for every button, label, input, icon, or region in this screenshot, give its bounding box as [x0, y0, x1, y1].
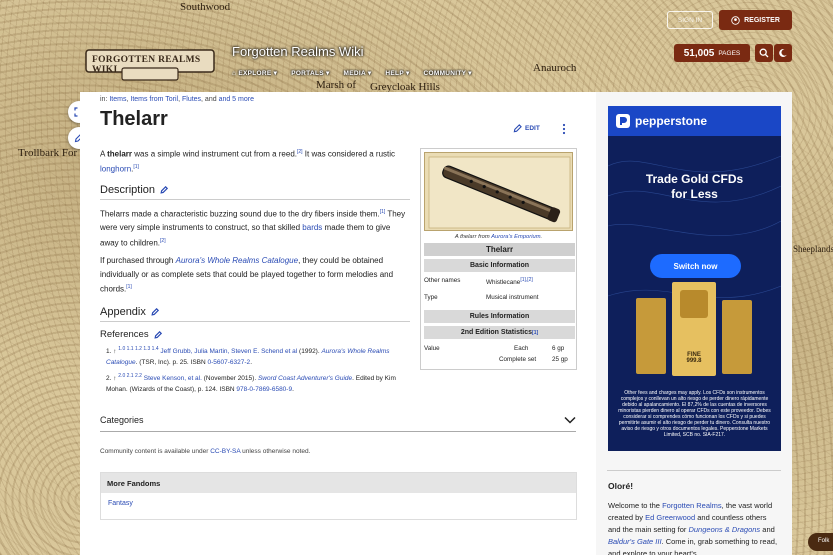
description-heading: Description: [100, 184, 410, 200]
nav-media[interactable]: MEDIA ▾: [344, 69, 372, 77]
pages-count-badge: 51,005 PAGES: [674, 44, 750, 62]
kebab-icon: [562, 123, 566, 135]
longhorn-link[interactable]: longhorn: [100, 165, 131, 174]
user-icon: [731, 15, 740, 25]
ref-link[interactable]: [1]: [126, 284, 132, 290]
map-label-sheeplands: Sheeplands: [793, 244, 833, 254]
top-navigation: ⌂ EXPLORE ▾ PORTALS ▾ MEDIA ▾ HELP ▾ COM…: [232, 69, 472, 77]
wiki-logo-text: FORGOTTEN REALMS WIKI: [92, 55, 201, 75]
intro-paragraph: A thelarr was a simple wind instrument c…: [100, 149, 396, 174]
infobox-rules-info-heading: Rules Information: [424, 310, 575, 323]
right-rail: pepperstone Trade Gold CFDs for Less Swi…: [596, 92, 792, 555]
advertisement[interactable]: pepperstone Trade Gold CFDs for Less Swi…: [608, 106, 781, 451]
section-edit-icon[interactable]: [160, 186, 169, 194]
map-label-anauroch: Anauroch: [533, 62, 577, 74]
wiki-name[interactable]: Forgotten Realms Wiki: [232, 44, 363, 59]
reference-item: 1. ↑ 1.0 1.1 1.2 1.3 1.4 Jeff Grubb, Jul…: [106, 346, 390, 366]
infobox-row-type: Type Musical instrument: [424, 294, 539, 301]
license-notice: Community content is available under CC-…: [100, 448, 311, 455]
wiki-logo[interactable]: FORGOTTEN REALMS WIKI: [84, 46, 216, 82]
infobox-row-other-names: Other names Whistlecane[1],[2]: [424, 277, 533, 287]
welcome-title: Oloré!: [608, 481, 634, 491]
ref-link[interactable]: [1]: [133, 164, 139, 170]
reference-item: 2. ↑ 2.0 2.1 2.2 Steve Kenson, et al. (N…: [106, 373, 396, 393]
category-breadcrumb: in: Items, Items from Toril, Flutes, and…: [100, 96, 254, 103]
pepperstone-logo-icon: [616, 114, 630, 128]
references-heading: References: [100, 329, 162, 340]
moon-icon: [779, 48, 787, 57]
nav-portals[interactable]: PORTALS ▾: [291, 69, 329, 77]
category-more-link[interactable]: and 5 more: [219, 96, 254, 103]
bards-link[interactable]: bards: [302, 223, 322, 232]
ad-headline: Trade Gold CFDs for Less: [645, 172, 744, 201]
more-fandoms-heading: More Fandoms: [101, 473, 576, 493]
ref-link[interactable]: [2]: [160, 238, 166, 244]
category-link-flutes[interactable]: Flutes: [182, 96, 201, 103]
map-label-trollbark: Trollbark For: [18, 147, 78, 159]
sign-in-button[interactable]: SIGN IN: [667, 11, 713, 29]
edit-button[interactable]: EDIT: [513, 124, 540, 133]
appendix-heading: Appendix: [100, 306, 410, 322]
register-button[interactable]: REGISTER: [719, 10, 792, 30]
description-paragraph-2: If purchased through Aurora's Whole Real…: [100, 256, 394, 294]
infobox: A thelarr from Aurora's Emporium. Thelar…: [420, 148, 577, 370]
pencil-icon: [513, 124, 522, 133]
more-actions-button[interactable]: [561, 123, 567, 137]
search-icon: [759, 48, 769, 58]
thelarr-illustration: [428, 156, 571, 229]
references-list: 1. ↑ 1.0 1.1 1.2 1.3 1.4 Jeff Grubb, Jul…: [106, 344, 406, 398]
welcome-text: Welcome to the Forgotten Realms, the vas…: [608, 501, 778, 555]
nav-help[interactable]: HELP ▾: [385, 69, 409, 77]
chevron-down-icon: [564, 416, 576, 424]
description-paragraph-1: Thelarrs made a characteristic buzzing s…: [100, 209, 406, 248]
map-label-marsh: Marsh of: [316, 79, 357, 91]
category-link-items-toril[interactable]: Items from Toril: [130, 96, 178, 103]
map-label-southwood: Southwood: [180, 1, 231, 13]
infobox-basic-info-heading: Basic Information: [424, 259, 575, 272]
page-title: Thelarr: [100, 108, 168, 130]
infobox-title: Thelarr: [424, 243, 575, 256]
categories-toggle[interactable]: Categories: [100, 408, 576, 432]
nav-community[interactable]: COMMUNITY ▾: [424, 69, 472, 77]
license-link[interactable]: CC-BY-SA: [210, 448, 240, 455]
catalogue-link[interactable]: Aurora's Whole Realms Catalogue: [176, 256, 298, 265]
ad-cta-button[interactable]: Switch now: [650, 254, 741, 278]
infobox-row-value-set: Complete set 25 gp: [499, 356, 568, 363]
search-button[interactable]: [755, 44, 773, 62]
infobox-image[interactable]: [424, 152, 573, 231]
article-content: in: Items, Items from Toril, Flutes, and…: [80, 92, 596, 555]
infobox-stats-heading: 2nd Edition Statistics [1]: [424, 326, 575, 339]
sidebar-divider: [607, 470, 781, 471]
ad-brand-bar: pepperstone: [608, 106, 781, 136]
infobox-caption: A thelarr from Aurora's Emporium.: [454, 234, 543, 240]
ad-disclaimer: Other fees and charges may apply. Los CF…: [618, 390, 771, 438]
section-edit-icon[interactable]: [151, 308, 159, 316]
category-link-items[interactable]: Items: [109, 96, 126, 103]
nav-explore[interactable]: ⌂ EXPLORE ▾: [232, 69, 277, 77]
more-fandoms-panel: More Fandoms Fantasy: [100, 472, 577, 520]
section-edit-icon[interactable]: [154, 330, 162, 339]
infobox-row-value-each: Value Each 6 gp: [424, 345, 565, 352]
follow-button[interactable]: Folk: [808, 533, 833, 551]
fandom-link-fantasy[interactable]: Fantasy: [108, 500, 133, 507]
ad-bar-label: FINE 999.8: [686, 352, 702, 364]
theme-toggle-button[interactable]: [774, 44, 792, 62]
